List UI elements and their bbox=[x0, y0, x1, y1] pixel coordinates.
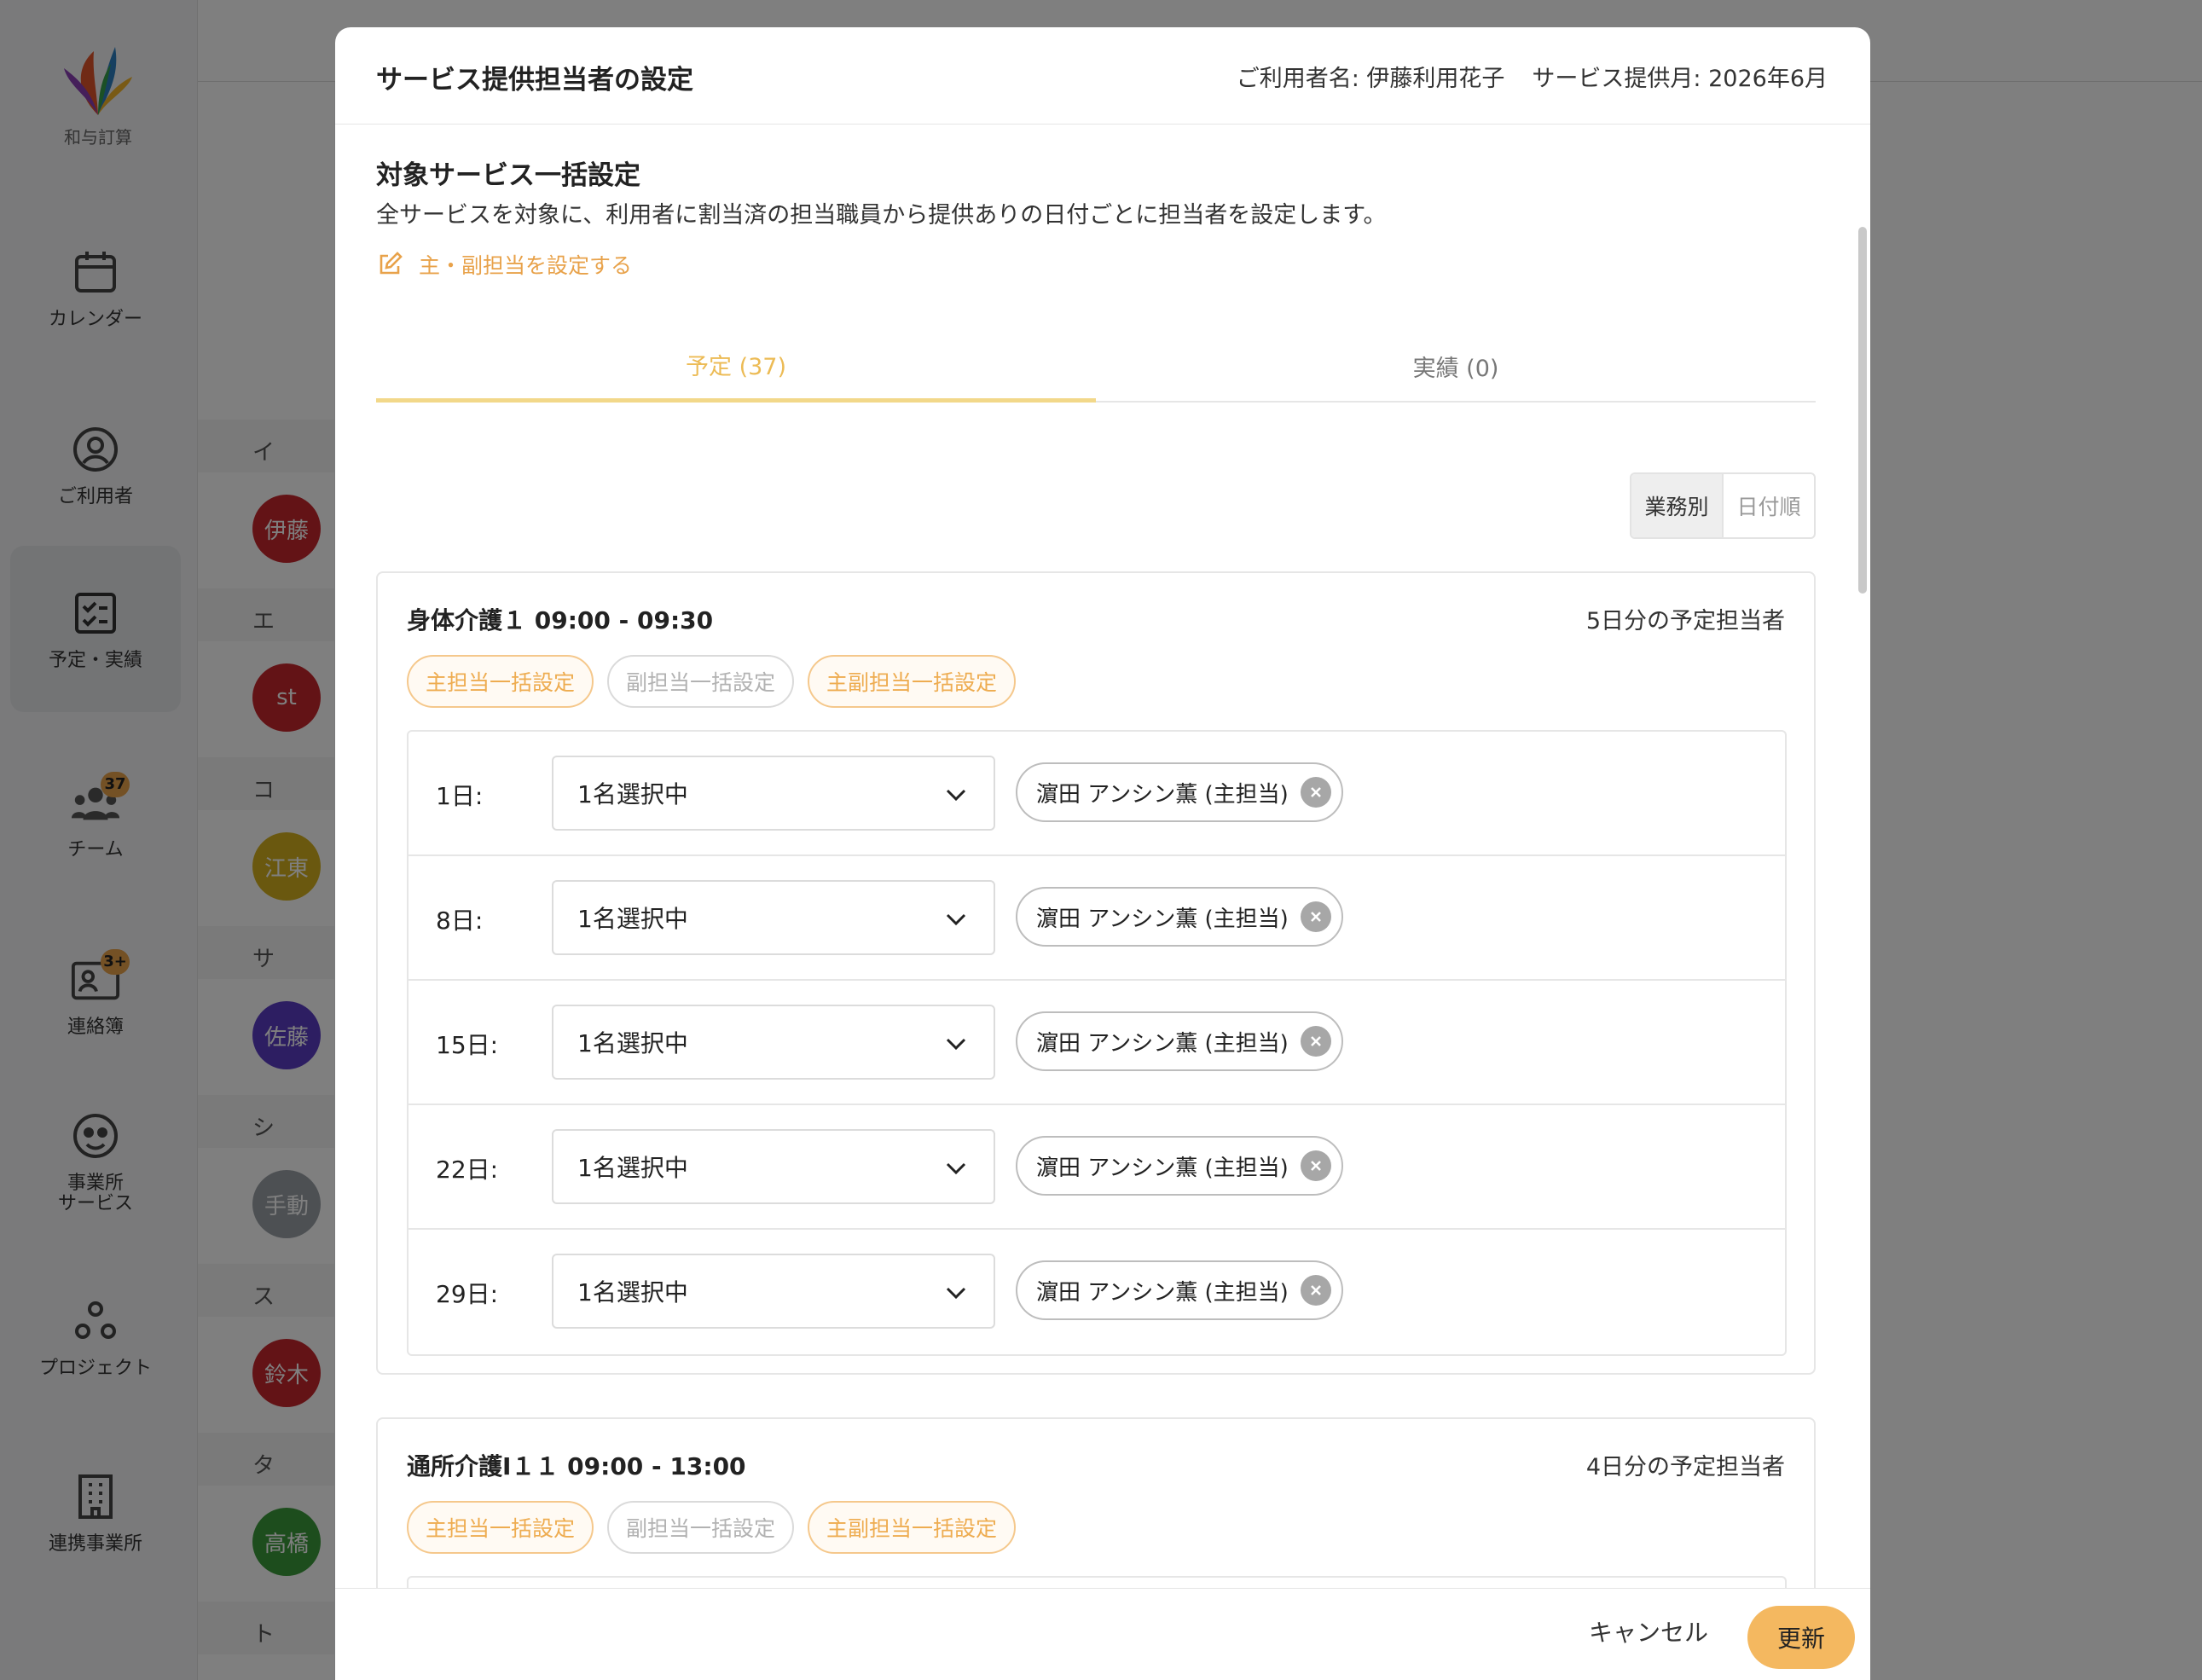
select-value: 1名選択中 bbox=[577, 1278, 688, 1306]
chevron-down-icon bbox=[946, 1162, 966, 1175]
staff-select[interactable]: 1名選択中 bbox=[552, 1005, 995, 1080]
chevron-down-icon bbox=[946, 1038, 966, 1051]
chevron-down-icon bbox=[946, 1287, 966, 1300]
chevron-down-icon bbox=[946, 789, 966, 802]
staff-select[interactable]: 1名選択中 bbox=[552, 1129, 995, 1204]
bulk-sub-button[interactable]: 副担当一括設定 bbox=[607, 655, 795, 708]
select-value: 1名選択中 bbox=[577, 1154, 688, 1182]
staff-tag-label: 濵田 アンシン薫 (主担当) bbox=[1036, 781, 1289, 808]
day-row: 29日: 1名選択中 濵田 アンシン薫 (主担当) bbox=[409, 1230, 1785, 1354]
day-label: 22日: bbox=[436, 1156, 499, 1184]
staff-tag-label: 濵田 アンシン薫 (主担当) bbox=[1036, 1155, 1289, 1181]
modal-header: サービス提供担当者の設定 ご利用者名: 伊藤利用花子 サービス提供月: 2026年… bbox=[335, 27, 1870, 125]
tab-actual[interactable]: 実績 (0) bbox=[1096, 331, 1816, 401]
staff-select[interactable]: 1名選択中 bbox=[552, 1254, 995, 1329]
bulk-sub-button[interactable]: 副担当一括設定 bbox=[607, 1501, 795, 1554]
staff-tag-label: 濵田 アンシン薫 (主担当) bbox=[1036, 906, 1289, 932]
staff-select[interactable]: 1名選択中 bbox=[552, 880, 995, 955]
modal-title: サービス提供担当者の設定 bbox=[376, 65, 693, 96]
set-main-sub-link[interactable]: 主・副担当を設定する bbox=[376, 249, 632, 280]
remove-icon[interactable] bbox=[1300, 1150, 1331, 1181]
select-value: 1名選択中 bbox=[577, 1029, 688, 1057]
remove-icon[interactable] bbox=[1300, 1026, 1331, 1057]
tab-planned[interactable]: 予定 (37) bbox=[376, 331, 1096, 403]
day-row: 22日: 1名選択中 濵田 アンシン薫 (主担当) bbox=[409, 1105, 1785, 1230]
section-title: 対象サービス一括設定 bbox=[376, 160, 640, 191]
service-count: 5日分の予定担当者 bbox=[1585, 608, 1785, 634]
day-label: 29日: bbox=[436, 1280, 499, 1308]
staff-tag: 濵田 アンシン薫 (主担当) bbox=[1016, 762, 1343, 822]
cancel-button[interactable]: キャンセル bbox=[1589, 1614, 1708, 1648]
edit-icon bbox=[380, 252, 403, 275]
service-card: 通所介護Ⅰ１１ 09:00 - 13:00 4日分の予定担当者 主担当一括設定 … bbox=[376, 1417, 1816, 1588]
service-count: 4日分の予定担当者 bbox=[1585, 1454, 1785, 1480]
bulk-main-sub-button[interactable]: 主副担当一括設定 bbox=[808, 1501, 1017, 1554]
service-month-label: サービス提供月: 2026年6月 bbox=[1532, 66, 1828, 92]
view-by-date-button[interactable]: 日付順 bbox=[1724, 474, 1814, 537]
scrollbar[interactable] bbox=[1858, 227, 1867, 594]
service-title: 身体介護１ 09:00 - 09:30 bbox=[407, 606, 714, 634]
bulk-main-sub-button[interactable]: 主副担当一括設定 bbox=[808, 655, 1017, 708]
section-description: 全サービスを対象に、利用者に割当済の担当職員から提供ありの日付ごとに担当者を設定… bbox=[376, 202, 1387, 229]
staff-tag: 濵田 アンシン薫 (主担当) bbox=[1016, 887, 1343, 947]
day-label: 1日: bbox=[436, 782, 484, 810]
chevron-down-icon bbox=[946, 913, 966, 926]
modal-body: 対象サービス一括設定 全サービスを対象に、利用者に割当済の担当職員から提供ありの… bbox=[335, 125, 1870, 1588]
user-name-label: ご利用者名: 伊藤利用花子 bbox=[1236, 66, 1505, 92]
link-label: 主・副担当を設定する bbox=[419, 253, 633, 278]
day-row: 1日: 1名選択中 濵田 アンシン薫 (主担当) bbox=[409, 732, 1785, 856]
day-label: 8日: bbox=[436, 907, 484, 935]
staff-tag: 濵田 アンシン薫 (主担当) bbox=[1016, 1260, 1343, 1320]
tab-bar: 予定 (37) 実績 (0) bbox=[376, 331, 1816, 403]
assignee-settings-modal: サービス提供担当者の設定 ご利用者名: 伊藤利用花子 サービス提供月: 2026年… bbox=[335, 27, 1870, 1680]
day-label: 15日: bbox=[436, 1031, 499, 1059]
day-rows: 1日: 1名選択中 濵田 アンシン薫 (主担当) 8日: 1名選択中 濵田 アン… bbox=[407, 730, 1787, 1356]
modal-footer: キャンセル 更新 bbox=[335, 1588, 1870, 1680]
modal-meta: ご利用者名: 伊藤利用花子 サービス提供月: 2026年6月 bbox=[1237, 60, 1828, 93]
bulk-actions: 主担当一括設定 副担当一括設定 主副担当一括設定 bbox=[407, 655, 1029, 708]
day-row: 15日: 1名選択中 濵田 アンシン薫 (主担当) bbox=[409, 981, 1785, 1105]
select-value: 1名選択中 bbox=[577, 780, 688, 808]
bulk-main-button[interactable]: 主担当一括設定 bbox=[407, 655, 594, 708]
day-rows bbox=[407, 1576, 1787, 1588]
select-value: 1名選択中 bbox=[577, 905, 688, 933]
bulk-actions: 主担当一括設定 副担当一括設定 主副担当一括設定 bbox=[407, 1501, 1029, 1554]
staff-tag: 濵田 アンシン薫 (主担当) bbox=[1016, 1136, 1343, 1196]
view-by-service-button[interactable]: 業務別 bbox=[1631, 474, 1724, 537]
remove-icon[interactable] bbox=[1300, 901, 1331, 932]
staff-tag-label: 濵田 アンシン薫 (主担当) bbox=[1036, 1279, 1289, 1306]
remove-icon[interactable] bbox=[1300, 777, 1331, 808]
staff-select[interactable]: 1名選択中 bbox=[552, 756, 995, 831]
update-button[interactable]: 更新 bbox=[1747, 1606, 1855, 1669]
staff-tag: 濵田 アンシン薫 (主担当) bbox=[1016, 1011, 1343, 1071]
bulk-main-button[interactable]: 主担当一括設定 bbox=[407, 1501, 594, 1554]
remove-icon[interactable] bbox=[1300, 1275, 1331, 1306]
service-title: 通所介護Ⅰ１１ 09:00 - 13:00 bbox=[407, 1452, 746, 1480]
view-toggle: 業務別 日付順 bbox=[1630, 472, 1816, 539]
service-card: 身体介護１ 09:00 - 09:30 5日分の予定担当者 主担当一括設定 副担… bbox=[376, 571, 1816, 1375]
day-row: 8日: 1名選択中 濵田 アンシン薫 (主担当) bbox=[409, 856, 1785, 981]
staff-tag-label: 濵田 アンシン薫 (主担当) bbox=[1036, 1030, 1289, 1057]
